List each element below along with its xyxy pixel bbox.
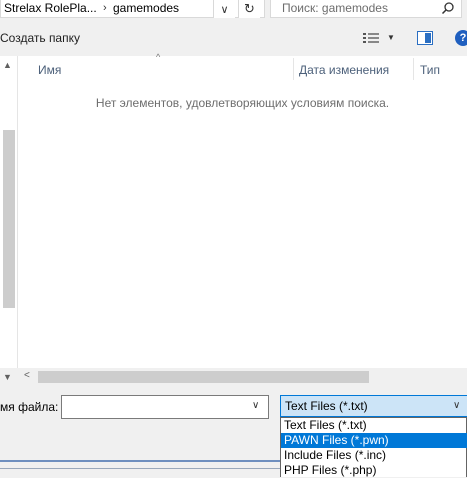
chevron-down-icon[interactable]: ∨	[453, 400, 460, 411]
refresh-icon: ↻	[244, 1, 255, 16]
column-divider[interactable]	[293, 58, 294, 80]
breadcrumb-item[interactable]: gamemodes	[113, 0, 179, 18]
vertical-scrollbar-thumb[interactable]	[3, 130, 15, 308]
column-header-date[interactable]: Дата изменения	[299, 62, 389, 78]
refresh-button[interactable]: ↻	[238, 0, 260, 18]
search-icon[interactable]	[441, 1, 455, 15]
file-type-option-txt[interactable]: Text Files (*.txt)	[281, 418, 467, 433]
preview-pane-icon[interactable]	[417, 31, 433, 45]
breadcrumb-item[interactable]: Strelax RolePla...	[4, 0, 97, 18]
help-icon[interactable]: ?	[455, 30, 467, 46]
scroll-left-icon[interactable]: <	[24, 370, 30, 381]
divider	[0, 468, 280, 469]
breadcrumb-separator-icon[interactable]: ›	[103, 0, 107, 18]
file-type-option-pwn[interactable]: PAWN Files (*.pwn)	[281, 433, 467, 448]
column-header-type[interactable]: Тип	[420, 62, 440, 78]
filename-label: мя файла:	[0, 400, 59, 414]
view-dropdown-icon[interactable]: ▼	[387, 33, 395, 42]
sort-ascending-icon: ^	[156, 52, 161, 62]
file-type-option-inc[interactable]: Include Files (*.inc)	[281, 448, 467, 463]
chevron-down-icon[interactable]: ∨	[252, 400, 259, 411]
scroll-up-icon[interactable]: ▲	[3, 60, 12, 70]
file-type-selected[interactable]: Text Files (*.txt)	[285, 399, 368, 413]
new-folder-button[interactable]: Создать папку	[0, 31, 80, 45]
file-type-option-php[interactable]: PHP Files (*.php)	[281, 463, 467, 478]
empty-message: Нет элементов, удовлетворяющих условиям …	[95, 96, 390, 110]
address-dropdown-button[interactable]: ∨	[213, 0, 235, 18]
chevron-down-icon: ∨	[220, 3, 229, 16]
column-divider[interactable]	[413, 58, 414, 80]
button-border	[0, 460, 280, 462]
column-header-name[interactable]: Имя	[38, 62, 61, 78]
scroll-down-icon[interactable]: ▼	[3, 372, 12, 382]
filename-input[interactable]	[61, 395, 269, 419]
search-input[interactable]: Поиск: gamemodes	[282, 0, 388, 18]
horizontal-scrollbar-thumb[interactable]	[38, 371, 369, 383]
view-options-icon[interactable]	[363, 32, 379, 44]
